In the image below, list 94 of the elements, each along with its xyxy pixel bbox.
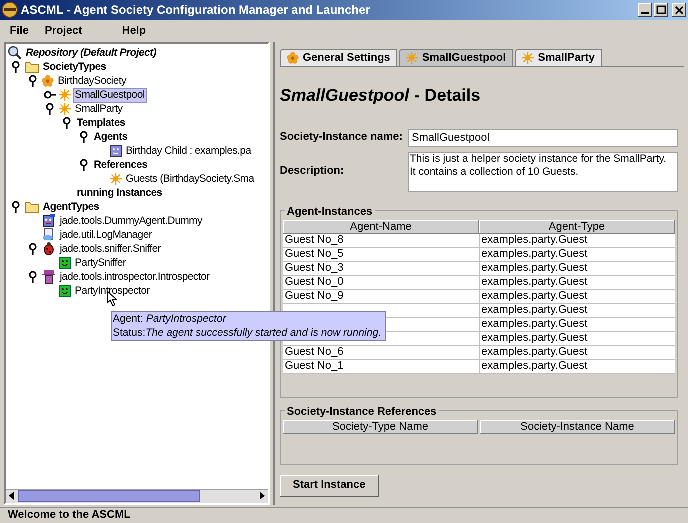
tree-node[interactable]: SocietyTypes [42,60,108,74]
minimize-button[interactable] [638,3,652,17]
table-cell: Guest No_6 [283,346,480,360]
magnifier-icon [8,46,22,60]
expanded-handle-icon[interactable] [78,159,90,171]
flower-icon [42,75,54,87]
tree-node[interactable]: Guests (BirthdaySociety.Sma [125,172,256,186]
tooltip-value: The agent successfully started and is now running. [146,327,382,339]
column-header[interactable]: Society-Instance Name [480,420,675,434]
tree-node[interactable]: Agents [93,130,129,144]
scrollbar-thumb[interactable] [18,490,200,502]
expanded-handle-icon[interactable] [10,61,22,73]
tree-node[interactable]: PartySniffer [74,256,128,270]
tooltip-value: PartyIntrospector [146,313,226,325]
table-cell: examples.party.Guest [480,346,675,360]
sun-icon [110,173,122,185]
table-cell: Guest No_9 [283,290,480,304]
smiley-icon [59,285,71,297]
spy-figure-icon [42,270,56,284]
column-header[interactable]: Agent-Type [479,220,675,234]
app-logo-icon [2,2,18,18]
table-cell: Guest No_8 [283,234,480,248]
smiley-icon [59,257,71,269]
tooltip-label: Status: [113,327,146,339]
table-cell: examples.party.Guest [480,276,675,290]
details-heading: - Details [414,85,481,107]
tree-node[interactable]: jade.util.LogManager [59,228,154,242]
tree-node[interactable]: References [93,158,149,172]
table-cell: examples.party.Guest [480,360,675,374]
input-field[interactable]: SmallGuestpool [408,128,678,146]
smiley-icon [110,145,122,157]
text-area[interactable]: This is just a helper society instance for the SmallParty. It contains a collection of 10 Guests. [408,152,678,192]
tree-node[interactable]: PartyIntrospector [74,284,151,298]
sun-icon [406,52,418,64]
menu-item[interactable]: File [10,22,29,40]
table-cell: examples.party.Guest [480,304,675,318]
table-cell: Guest No_0 [283,276,480,290]
flower-icon [287,52,299,64]
field-label: Society-Instance name: [280,130,402,146]
robot-icon [42,214,56,228]
folder-icon [25,61,39,73]
field-label: Description: [280,164,346,180]
tree-node[interactable]: running Instances [76,186,164,200]
tree-node[interactable]: jade.tools.introspector.Introspector [59,270,211,284]
tree-node[interactable]: AgentTypes [42,200,100,214]
expanded-handle-icon[interactable] [27,243,39,255]
menu-item[interactable]: Project [44,22,82,40]
tree-node[interactable]: jade.tools.sniffer.Sniffer [59,242,162,256]
table-cell: examples.party.Guest [480,318,675,332]
expanded-handle-icon[interactable] [27,75,39,87]
expanded-handle-icon[interactable] [78,131,90,143]
table-cell: examples.party.Guest [480,290,675,304]
close-button[interactable] [672,3,686,17]
column-header[interactable]: Agent-Name [283,220,479,234]
expanded-handle-icon[interactable] [61,117,73,129]
sun-icon [59,89,71,101]
minimize-icon [641,12,649,14]
sun-icon [522,52,534,64]
details-heading-name: SmallGuestpool [280,85,410,107]
column-header[interactable]: Society-Type Name [283,420,478,434]
tree-node[interactable]: Templates [76,116,126,130]
table-cell: examples.party.Guest [480,248,675,262]
tree-node[interactable]: jade.tools.DummyAgent.Dummy [59,214,204,228]
table-cell: examples.party.Guest [480,234,675,248]
tree-node[interactable]: BirthdaySociety [57,74,128,88]
tree-node[interactable]: SmallParty [74,102,124,116]
tab[interactable]: SmallParty [515,49,602,66]
maximize-icon [655,4,667,16]
tab[interactable]: General Settings [280,49,398,66]
horizontal-scrollbar[interactable] [6,489,268,503]
folder-icon [25,201,39,213]
maximize-button[interactable] [654,3,668,17]
menu-item[interactable]: Help [122,22,146,40]
table-cell: examples.party.Guest [480,332,675,346]
expanded-handle-icon[interactable] [27,271,39,283]
tree-node[interactable]: Repository (Default Project) [25,46,158,60]
document-icon [42,228,56,242]
expanded-handle-icon[interactable] [44,103,56,115]
expanded-handle-icon[interactable] [10,201,22,213]
status-bar: Welcome to the ASCML [0,507,688,523]
tree-node[interactable]: SmallGuestpool [74,88,146,102]
sun-icon [59,103,71,115]
collapsed-handle-icon[interactable] [44,89,56,101]
close-icon [673,4,685,16]
table-cell: Guest No_1 [283,360,480,374]
window-title: ASCML - Agent Society Configuration Manager and Launcher [21,2,370,19]
start-instance-button[interactable]: Start Instance [280,474,379,496]
tab[interactable]: SmallGuestpool [399,49,514,66]
table-cell: Guest No_3 [283,262,480,276]
table-cell: examples.party.Guest [480,262,675,276]
table-cell: Guest No_5 [283,248,480,262]
tree-node[interactable]: Birthday Child : examples.pa [125,144,252,158]
tooltip-label: Agent: [113,313,144,325]
bug-icon [42,242,56,256]
